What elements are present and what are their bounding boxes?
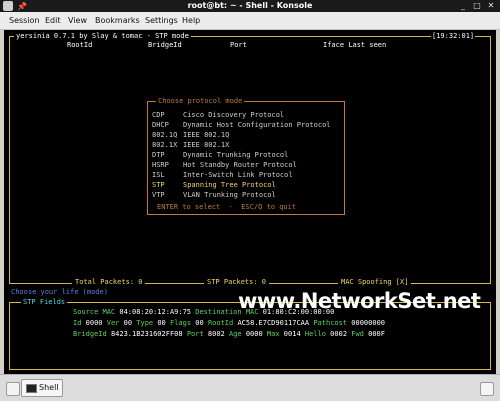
field-label: Source MAC bbox=[73, 308, 116, 316]
protocol-code: CDP bbox=[152, 111, 165, 119]
protocol-name: VLAN Trunking Protocol bbox=[183, 191, 276, 199]
protocol-option[interactable]: CDP Cisco Discovery Protocol bbox=[152, 111, 284, 120]
protocol-code: DTP bbox=[152, 151, 165, 159]
menu-bar: Session Edit View Bookmarks Settings Hel… bbox=[0, 12, 500, 30]
protocol-option[interactable]: DHCP Dynamic Host Configuration Protocol bbox=[152, 121, 331, 130]
field-label: Flags bbox=[170, 319, 192, 327]
field-value: 8002 bbox=[207, 330, 225, 338]
terminal-icon bbox=[26, 384, 37, 393]
window-title: root@bt: ~ - Shell - Konsole bbox=[187, 1, 313, 10]
protocol-code: 802.1Q bbox=[152, 131, 178, 139]
minimize-button[interactable]: _ bbox=[457, 0, 469, 12]
total-packets: Total Packets: 0 bbox=[72, 278, 146, 287]
protocol-code: 802.1X bbox=[152, 141, 178, 149]
column-header-port: Port bbox=[230, 41, 247, 49]
clock: [19:32:01] bbox=[431, 32, 476, 41]
protocol-option[interactable]: VTP VLAN Trunking Protocol bbox=[152, 191, 276, 200]
field-value: 0000 bbox=[85, 319, 103, 327]
field-label: Type bbox=[136, 319, 154, 327]
field-value: 00 bbox=[195, 319, 204, 327]
close-tab-button[interactable] bbox=[480, 382, 494, 396]
field-label: Pathcost bbox=[313, 319, 348, 327]
field-label: Max bbox=[266, 330, 280, 338]
column-header-bridgeid: BridgeId bbox=[148, 41, 182, 49]
close-button[interactable]: ✕ bbox=[485, 0, 497, 12]
maximize-button[interactable]: □ bbox=[471, 0, 483, 12]
tab-bar: Shell bbox=[0, 374, 500, 401]
protocol-name: Cisco Discovery Protocol bbox=[183, 111, 285, 119]
menu-session[interactable]: Session bbox=[9, 12, 40, 29]
app-title: yersinia 0.7.1 by Slay & tomac - STP mod… bbox=[14, 32, 191, 41]
protocol-option[interactable]: STP Spanning Tree Protocol bbox=[152, 181, 276, 190]
protocol-option[interactable]: HSRP Hot Standby Router Protocol bbox=[152, 161, 297, 170]
new-tab-button[interactable] bbox=[6, 382, 20, 396]
fields-title: STP Fields bbox=[21, 298, 68, 307]
tab-label: Shell bbox=[39, 383, 59, 392]
protocol-code: DHCP bbox=[152, 121, 169, 129]
column-header-rootid: RootId bbox=[67, 41, 93, 49]
field-label: Fwd bbox=[351, 330, 364, 338]
protocol-name: Hot Standby Router Protocol bbox=[183, 161, 297, 169]
protocol-name: Spanning Tree Protocol bbox=[183, 181, 276, 189]
field-value: 8423.1B231602FF08 bbox=[110, 330, 183, 338]
field-value: 04:08:20:12:A9:75 bbox=[119, 308, 192, 316]
terminal-view[interactable]: yersinia 0.7.1 by Slay & tomac - STP mod… bbox=[4, 30, 496, 374]
field-value: 0014 bbox=[283, 330, 301, 338]
field-value: 000F bbox=[368, 330, 385, 338]
dialog-footer: ENTER to select - ESC/Q to quit bbox=[157, 203, 297, 211]
protocol-name: Inter-Switch Link Protocol bbox=[183, 171, 293, 179]
field-value: 00 bbox=[123, 319, 133, 327]
field-label: Ver bbox=[106, 319, 120, 327]
protocol-name: Dynamic Trunking Protocol bbox=[183, 151, 289, 159]
protocol-option[interactable]: DTP Dynamic Trunking Protocol bbox=[152, 151, 288, 160]
stp-packets: STP Packets: 0 bbox=[204, 278, 270, 287]
protocol-option[interactable]: 802.1Q IEEE 802.1Q bbox=[152, 131, 229, 140]
protocol-option[interactable]: 802.1X IEEE 802.1X bbox=[152, 141, 229, 150]
protocol-name: IEEE 802.1Q bbox=[183, 131, 230, 139]
tab-shell[interactable]: Shell bbox=[21, 379, 63, 397]
field-value: 0002 bbox=[330, 330, 348, 338]
protocol-name: Dynamic Host Configuration Protocol bbox=[183, 121, 331, 129]
menu-edit[interactable]: Edit bbox=[45, 12, 61, 29]
protocol-code: HSRP bbox=[152, 161, 169, 169]
menu-help[interactable]: Help bbox=[182, 12, 200, 29]
protocol-mode-dialog: Choose protocol mode CDP Cisco Discovery … bbox=[147, 97, 345, 215]
field-label: Age bbox=[228, 330, 242, 338]
protocol-code: ISL bbox=[152, 171, 165, 179]
fields-row-bridge: BridgeId 8423.1B231602FF08 Port 8002 Age… bbox=[73, 330, 389, 339]
watermark: www.NetworkSet.net bbox=[238, 289, 481, 313]
menu-view[interactable]: View bbox=[68, 12, 87, 29]
field-label: Hello bbox=[304, 330, 326, 338]
dialog-title: Choose protocol mode bbox=[156, 97, 245, 106]
fields-row-header: Id 0000 Ver 00 Type 00 Flags 00 RootId A… bbox=[73, 319, 389, 328]
menu-settings[interactable]: Settings bbox=[145, 12, 178, 29]
field-label: Port bbox=[186, 330, 204, 338]
field-label: RootId bbox=[207, 319, 234, 327]
field-value: 00000000 bbox=[351, 319, 385, 327]
field-label: BridgeId bbox=[73, 330, 107, 338]
protocol-code: STP bbox=[152, 181, 165, 189]
column-header-iface-last-seen: Iface Last seen bbox=[323, 41, 387, 49]
menu-bookmarks[interactable]: Bookmarks bbox=[95, 12, 140, 29]
field-value: 0000 bbox=[245, 330, 263, 338]
mac-spoofing-checkbox[interactable]: MAC Spoofing [X] bbox=[338, 278, 412, 287]
field-label: Id bbox=[73, 319, 82, 327]
field-value: 00 bbox=[157, 319, 166, 327]
field-value: AC58.E7CD90117CAA bbox=[237, 319, 310, 327]
mode-prompt: Choose your life (mode) bbox=[11, 288, 108, 296]
protocol-code: VTP bbox=[152, 191, 165, 199]
protocol-name: IEEE 802.1X bbox=[183, 141, 230, 149]
protocol-option[interactable]: ISL Inter-Switch Link Protocol bbox=[152, 171, 293, 180]
window-titlebar[interactable]: 📌 root@bt: ~ - Shell - Konsole _ □ ✕ bbox=[0, 0, 500, 12]
